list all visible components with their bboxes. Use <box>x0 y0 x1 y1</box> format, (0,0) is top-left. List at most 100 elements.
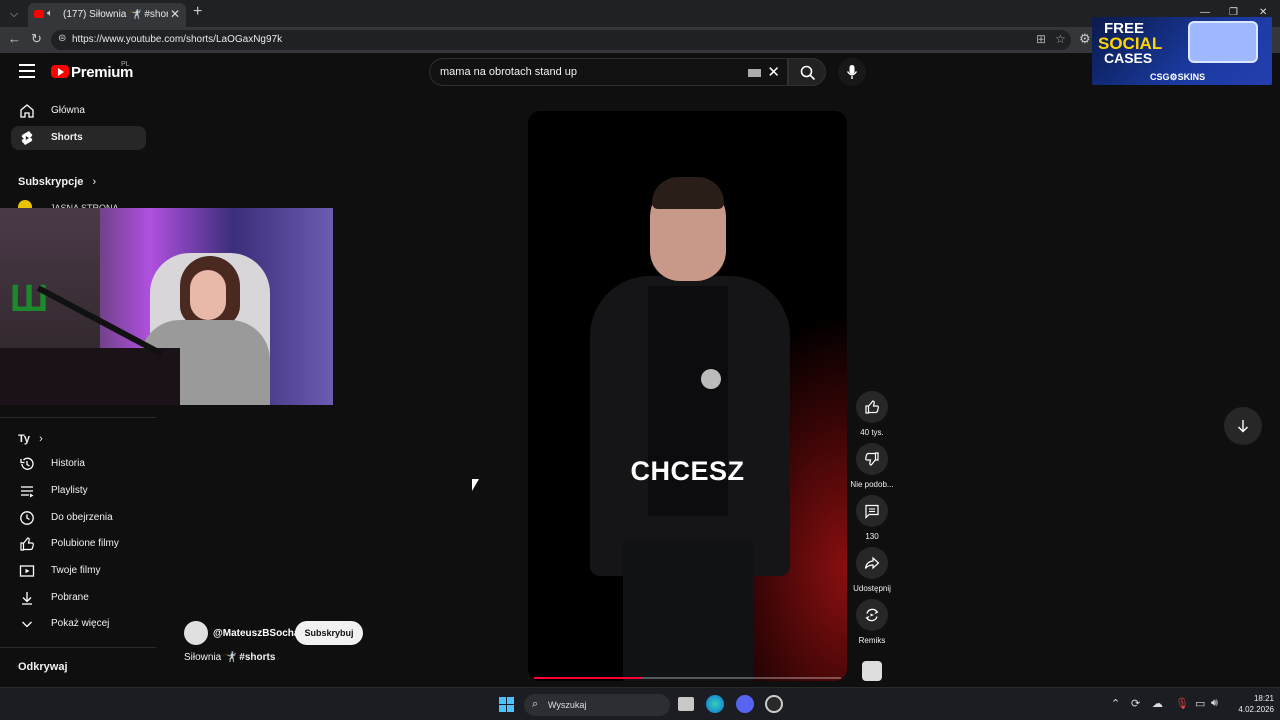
sidebar-item-downloads[interactable]: Pobrane <box>11 586 146 610</box>
site-info-icon[interactable]: ⊜ <box>58 33 66 44</box>
video-title: Siłownia 🤺 #shorts <box>184 652 275 663</box>
extensions-icon[interactable]: ⚙ <box>1079 31 1091 47</box>
sidebar-divider <box>0 647 156 648</box>
keyboard-icon[interactable] <box>748 69 761 77</box>
clear-search-icon[interactable]: ✕ <box>767 63 780 81</box>
video-title-text: Siłownia 🤺 <box>184 652 237 663</box>
tab-title: (177) Siłownia 🤺 #shorts - Yo <box>63 9 168 20</box>
youtube-logo-icon <box>51 65 69 78</box>
remix-button[interactable] <box>856 599 888 631</box>
comments-button[interactable] <box>856 495 888 527</box>
share-button[interactable] <box>856 547 888 579</box>
taskbar-search[interactable]: ⌕ Wyszukaj <box>524 694 670 716</box>
taskbar-clock[interactable]: 18:21 4.02.2026 <box>1228 693 1274 715</box>
you-heading[interactable]: Ty › <box>18 433 43 445</box>
next-short-button[interactable] <box>1224 407 1262 445</box>
subscribe-button[interactable]: Subskrybuj <box>295 621 363 645</box>
remix-action[interactable]: Remiks <box>847 599 897 645</box>
edge-browser-icon[interactable] <box>706 695 724 713</box>
sound-thumbnail[interactable] <box>862 661 882 681</box>
browser-tab[interactable]: 🔈︎ (177) Siłownia 🤺 #shorts - Yo ✕ <box>28 3 186 27</box>
country-code: PL <box>121 61 130 68</box>
speaker-icon[interactable]: 🔈︎ <box>47 8 53 19</box>
tab-list-dropdown-icon[interactable]: ⌵ <box>4 4 24 24</box>
comments-action[interactable]: 130 <box>847 495 897 541</box>
sidebar-item-label: Playlisty <box>51 485 88 496</box>
search-query: mama na obrotach stand up <box>440 66 577 78</box>
progress-bar[interactable] <box>534 677 841 679</box>
network-icon[interactable]: ▭ <box>1195 697 1205 710</box>
back-icon[interactable]: ← <box>8 31 21 46</box>
voice-search-button[interactable] <box>838 58 866 86</box>
playlist-icon <box>21 486 34 498</box>
app-install-icon[interactable]: ⊞ <box>1036 32 1046 46</box>
search-icon <box>800 65 816 81</box>
chevron-right-icon: › <box>92 176 97 188</box>
hashtag-link[interactable]: #shorts <box>239 652 275 663</box>
subscriptions-heading[interactable]: Subskrypcje › <box>18 176 96 188</box>
like-action[interactable]: 40 tys. <box>847 391 897 437</box>
search-input[interactable]: mama na obrotach stand up ✕ <box>429 58 788 86</box>
remix-icon <box>865 608 879 622</box>
sidebar-item-home[interactable]: Główna <box>11 99 146 123</box>
sidebar-item-label: Shorts <box>51 132 83 143</box>
mic-tray-icon[interactable]: 🎙︎ <box>1175 697 1189 710</box>
cam-person-face <box>190 270 226 320</box>
sidebar-item-label: Do obejrzenia <box>51 512 113 523</box>
comedian-legs <box>623 541 753 681</box>
shorts-icon <box>21 131 33 145</box>
comment-icon <box>865 504 879 519</box>
channel-avatar[interactable] <box>184 621 208 645</box>
thumbs-up-icon <box>865 400 879 414</box>
taskbar-search-label: Wyszukaj <box>548 700 587 710</box>
thumbs-down-icon <box>865 452 879 466</box>
cloud-icon[interactable]: ☁ <box>1152 697 1163 710</box>
sidebar-item-shorts[interactable]: Shorts <box>11 126 146 150</box>
sidebar-item-watch-later[interactable]: Do obejrzenia <box>11 506 146 530</box>
favorite-star-icon[interactable]: ☆ <box>1055 32 1066 46</box>
sidebar-item-history[interactable]: Historia <box>11 452 146 476</box>
sidebar-item-your-videos[interactable]: Twoje filmy <box>11 559 146 583</box>
volume-icon[interactable]: 🔊︎ <box>1211 697 1218 710</box>
history-icon <box>20 457 34 470</box>
reload-icon[interactable]: ↻ <box>31 31 42 47</box>
dislike-action[interactable]: Nie podob... <box>847 443 897 489</box>
new-tab-icon[interactable]: + <box>193 3 202 21</box>
file-explorer-icon[interactable] <box>678 697 694 711</box>
url-field[interactable]: ⊜ https://www.youtube.com/shorts/LaOGaxN… <box>51 30 1071 50</box>
sidebar-item-label: Historia <box>51 458 85 469</box>
channel-handle[interactable]: @MateuszBSocha <box>213 628 299 639</box>
download-icon <box>22 592 32 605</box>
chevron-down-icon <box>22 621 32 628</box>
like-button[interactable] <box>856 391 888 423</box>
discord-icon[interactable] <box>736 695 754 713</box>
sidebar-item-label: Twoje filmy <box>51 565 101 576</box>
video-icon <box>19 565 35 577</box>
sidebar-item-liked[interactable]: Polubione filmy <box>11 532 146 556</box>
steam-icon[interactable] <box>765 695 783 713</box>
sync-icon[interactable]: ⟳ <box>1131 697 1140 710</box>
video-caption: CHCESZ <box>630 456 745 486</box>
search-button[interactable] <box>788 58 826 86</box>
ad-brand: CSG⚙SKINS <box>1150 72 1206 82</box>
share-icon <box>864 556 880 570</box>
sidebar-item-playlists[interactable]: Playlisty <box>11 479 146 503</box>
thumbs-up-icon <box>20 537 34 551</box>
tray-overflow-icon[interactable]: ⌃ <box>1111 697 1120 710</box>
clock-date: 4.02.2026 <box>1238 705 1274 714</box>
shorts-video-player[interactable]: CHCESZ <box>528 111 847 681</box>
windows-start-icon[interactable] <box>499 697 515 713</box>
sidebar-divider <box>0 417 156 418</box>
explore-heading: Odkrywaj <box>18 661 68 673</box>
webcam-overlay: Ш <box>0 208 333 405</box>
sidebar-item-label: Pobrane <box>51 592 89 603</box>
sidebar-item-show-more[interactable]: Pokaż więcej <box>11 612 146 636</box>
share-action[interactable]: Udostępnij <box>847 547 897 593</box>
close-tab-icon[interactable]: ✕ <box>170 7 180 21</box>
progress-fill <box>534 677 642 679</box>
case-image <box>1188 21 1258 63</box>
dislike-button[interactable] <box>856 443 888 475</box>
mouse-cursor <box>472 479 479 491</box>
menu-icon[interactable] <box>19 64 35 78</box>
cam-desk <box>0 348 180 405</box>
